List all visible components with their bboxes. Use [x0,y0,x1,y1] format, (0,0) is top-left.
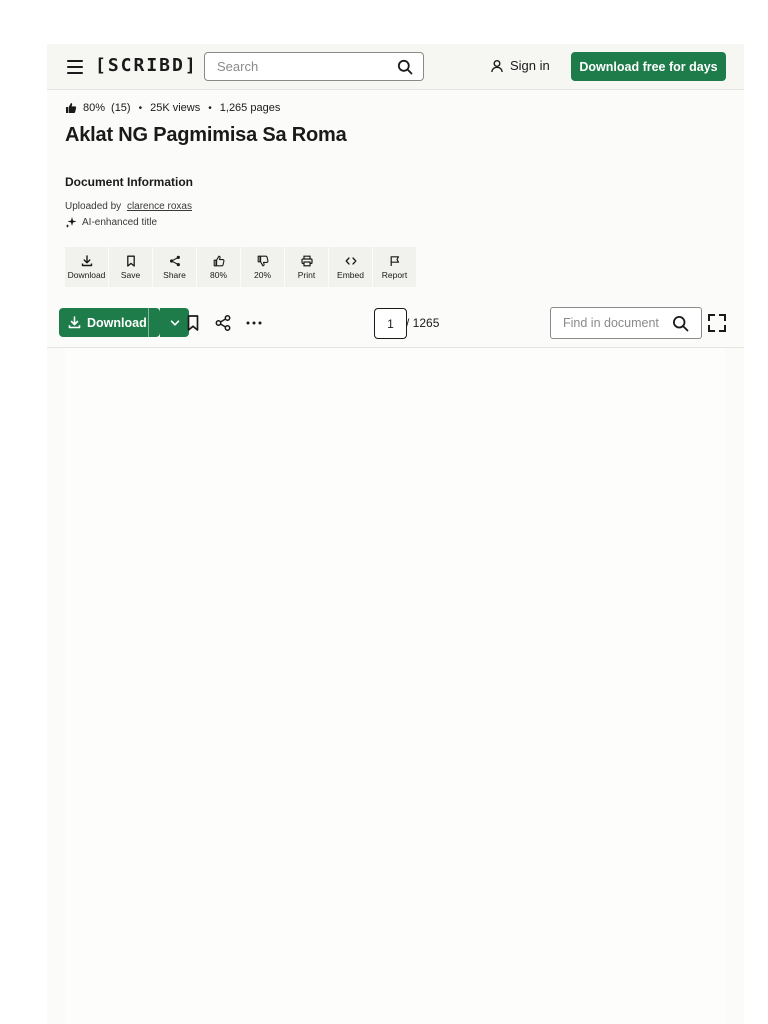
sign-in-link[interactable]: Sign in [490,58,550,73]
download-icon [81,254,92,266]
share-icon [169,255,180,266]
document-stats: 80% (15) • 25K views • 1,265 pages [65,102,280,114]
separator-dot: • [208,102,212,114]
embed-icon [345,256,356,265]
uploader-link[interactable]: clarence roxas [127,201,192,212]
action-downvote-button[interactable]: 20% [241,247,284,287]
menu-icon[interactable] [65,58,85,76]
action-label: Share [163,269,186,280]
document-viewer[interactable] [65,348,725,1024]
top-navigation-bar: [SCRIBD] Sign in Download free for days [47,44,744,90]
bookmark-icon[interactable] [184,314,202,332]
thumbs-up-icon [213,255,224,266]
more-options-icon[interactable] [245,314,263,332]
action-label: Download [67,269,106,280]
action-bar: Download Save Share 80% 20% Print Embed … [65,247,416,287]
chevron-down-icon [170,319,179,326]
action-label: Report [381,269,408,280]
search-icon[interactable] [672,315,689,332]
user-icon [491,59,503,72]
search-icon[interactable] [397,59,413,75]
download-button[interactable]: Download [59,308,149,337]
page-number-input[interactable] [374,308,407,339]
views-count: 25K views [150,102,201,114]
ai-enhanced-label: AI-enhanced title [82,216,158,228]
separator-dot: • [138,102,143,114]
action-label: Embed [337,269,364,280]
pages-count: 1,265 pages [219,102,281,114]
page-frame: [SCRIBD] Sign in Download free for days … [47,44,744,1024]
uploaded-by: Uploaded by clarence roxas [65,201,192,212]
action-label: 80% [209,269,227,280]
scribd-logo[interactable]: [SCRIBD] [95,55,198,76]
ai-enhanced-row: AI-enhanced title [65,216,157,228]
print-icon [300,255,313,266]
action-label: Save [120,269,141,280]
action-upvote-button[interactable]: 80% [197,247,240,287]
action-print-button[interactable]: Print [285,247,328,287]
search-field[interactable] [204,52,424,81]
download-free-button[interactable]: Download free for days [571,52,726,81]
find-in-document-field[interactable] [550,307,702,339]
uploaded-by-label: Uploaded by [65,201,122,212]
fullscreen-icon[interactable] [707,313,727,333]
bookmark-icon [126,255,135,267]
action-report-button[interactable]: Report [373,247,416,287]
action-share-button[interactable]: Share [153,247,196,287]
rating-count: (15) [111,102,131,114]
download-button-label: Download [87,315,147,330]
rating-percent: 80% [83,102,106,114]
sign-in-label: Sign in [510,58,550,73]
search-input[interactable] [205,53,385,80]
page-total: / 1265 [406,316,440,330]
action-label: Print [297,269,316,280]
action-save-button[interactable]: Save [109,247,152,287]
share-icon[interactable] [214,314,232,332]
thumbs-down-icon [257,255,268,266]
sparkle-icon [65,217,77,228]
document-title: Aklat NG Pagmimisa Sa Roma [65,124,347,146]
action-download-button[interactable]: Download [65,247,108,287]
flag-icon [390,255,399,266]
download-split-button[interactable]: Download [59,308,189,337]
action-embed-button[interactable]: Embed [329,247,372,287]
thumbs-up-icon [66,103,77,113]
document-information-heading: Document Information [65,175,193,189]
find-in-document-input[interactable] [551,308,667,338]
action-label: 20% [253,269,271,280]
download-icon [68,316,81,329]
